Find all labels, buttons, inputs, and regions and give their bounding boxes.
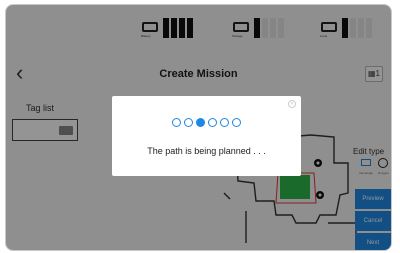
progress-dot: [232, 118, 241, 127]
progress-dot: [220, 118, 229, 127]
progress-dot: [208, 118, 217, 127]
planning-message: The path is being planned . . .: [147, 146, 266, 156]
device-screen: Battery Storage Level ‹ Create Mission ▦…: [5, 4, 392, 251]
progress-dots: [112, 118, 301, 127]
progress-dot: [184, 118, 193, 127]
planning-dialog: × The path is being planned . . .: [112, 96, 301, 176]
progress-dot: [172, 118, 181, 127]
close-icon[interactable]: ×: [288, 100, 296, 108]
progress-dot: [196, 118, 205, 127]
